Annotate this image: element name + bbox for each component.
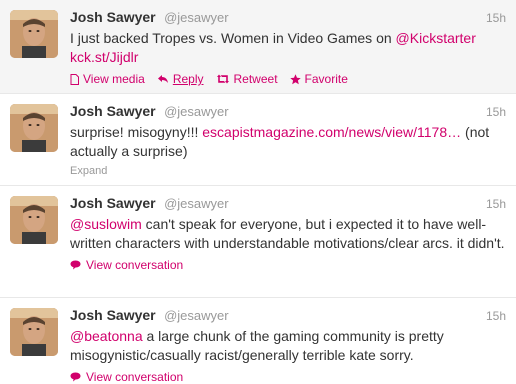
tweet-timeline: Josh Sawyer @jesawyer 15h I just backed … (0, 0, 516, 384)
tweet-text: surprise! misogyny!!! escapistmagazine.c… (70, 123, 506, 161)
tweet-item[interactable]: Josh Sawyer @jesawyer 15h surprise! miso… (0, 94, 516, 186)
tweet-text: I just backed Tropes vs. Women in Video … (70, 29, 506, 67)
url-link[interactable]: escapistmagazine.com/news/view/1178… (202, 124, 461, 140)
expand-link[interactable]: Expand (70, 165, 506, 177)
view-media-label: View media (83, 72, 145, 86)
tweet-username[interactable]: @jesawyer (164, 104, 229, 119)
favorite-label: Favorite (304, 72, 348, 86)
tweet-text-part: surprise! misogyny!!! (70, 124, 203, 140)
favorite-button[interactable]: Favorite (289, 72, 348, 86)
url-link[interactable]: kck.st/Jijdlr (70, 49, 138, 65)
tweet-fullname[interactable]: Josh Sawyer (70, 9, 156, 25)
avatar[interactable] (10, 196, 58, 244)
speech-bubble-icon (70, 372, 81, 382)
tweet-item[interactable]: Josh Sawyer @jesawyer 15h I just backed … (0, 0, 516, 94)
tweet-username[interactable]: @jesawyer (164, 10, 229, 25)
retweet-button[interactable]: Retweet (216, 72, 278, 86)
tweet-username[interactable]: @jesawyer (164, 196, 229, 211)
tweet-text: @beatonna a large chunk of the gaming co… (70, 327, 506, 365)
tweet-timestamp[interactable]: 15h (486, 105, 506, 119)
tweet-item[interactable]: Josh Sawyer @jesawyer 15h @beatonna a la… (0, 298, 516, 384)
tweet-timestamp[interactable]: 15h (486, 197, 506, 211)
tweet-text: @suslowim can't speak for everyone, but … (70, 215, 506, 253)
mention-link[interactable]: @suslowim (70, 216, 142, 232)
star-icon (289, 73, 301, 85)
document-icon (70, 73, 79, 85)
reply-icon (157, 74, 169, 84)
tweet-timestamp[interactable]: 15h (486, 11, 506, 25)
reply-button[interactable]: Reply (157, 72, 204, 86)
avatar[interactable] (10, 308, 58, 356)
view-conversation-link[interactable]: View conversation (70, 258, 506, 272)
tweet-fullname[interactable]: Josh Sawyer (70, 195, 156, 211)
retweet-label: Retweet (233, 72, 278, 86)
tweet-item[interactable]: Josh Sawyer @jesawyer 15h @suslowim can'… (0, 186, 516, 298)
avatar[interactable] (10, 10, 58, 58)
tweet-timestamp[interactable]: 15h (486, 309, 506, 323)
mention-link[interactable]: @Kickstarter (396, 30, 476, 46)
speech-bubble-icon (70, 260, 81, 270)
avatar[interactable] (10, 104, 58, 152)
view-conversation-label: View conversation (86, 370, 184, 384)
reply-label: Reply (172, 72, 204, 86)
tweet-actions: View media Reply Retweet Favorite (70, 72, 506, 86)
tweet-text-part: I just backed Tropes vs. Women in Video … (70, 30, 396, 46)
retweet-icon (216, 74, 230, 84)
mention-link[interactable]: @beatonna (70, 328, 143, 344)
view-media-button[interactable]: View media (70, 72, 145, 86)
tweet-fullname[interactable]: Josh Sawyer (70, 307, 156, 323)
view-conversation-link[interactable]: View conversation (70, 370, 506, 384)
tweet-username[interactable]: @jesawyer (164, 308, 229, 323)
view-conversation-label: View conversation (86, 258, 184, 272)
tweet-fullname[interactable]: Josh Sawyer (70, 103, 156, 119)
